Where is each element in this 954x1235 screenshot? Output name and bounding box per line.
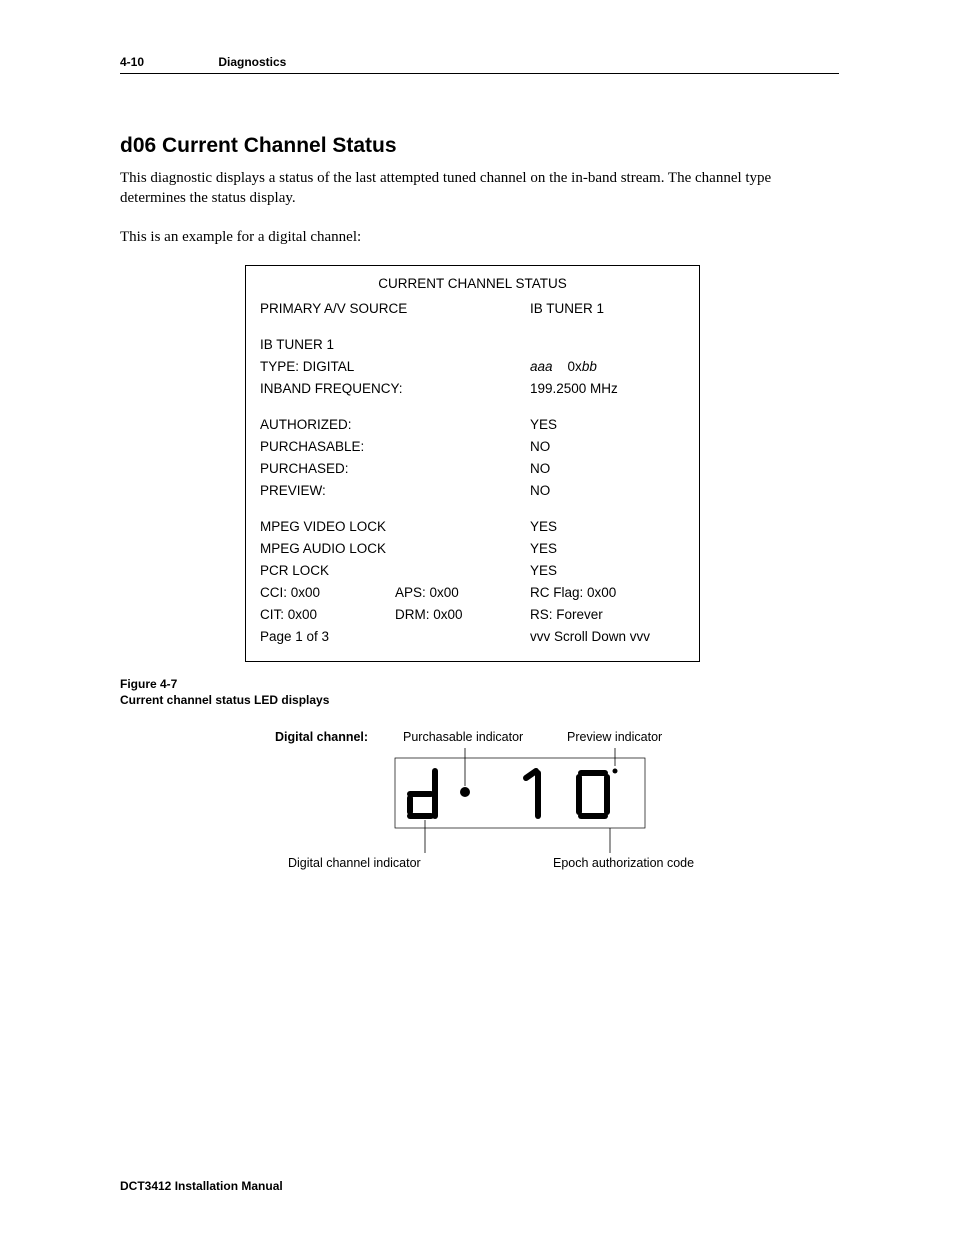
led-epoch-label: Epoch authorization code [553,856,694,870]
figure-caption: Figure 4-7 Current channel status LED di… [120,676,839,708]
preview-label: PREVIEW: [260,483,530,498]
intro-paragraph-2: This is an example for a digital channel… [120,227,839,247]
purchased-value: NO [530,461,685,476]
freq-label: INBAND FREQUENCY: [260,381,530,396]
preview-value: NO [530,483,685,498]
status-title: CURRENT CHANNEL STATUS [260,276,685,291]
drm-field: DRM: 0x00 [395,607,530,622]
led-dc-indicator-label: Digital channel indicator [288,856,421,870]
authorized-value: YES [530,417,685,432]
led-diagram: Digital channel: Purchasable indicator P… [275,730,815,880]
section-title: d06 Current Channel Status [120,134,839,158]
status-box: CURRENT CHANNEL STATUS PRIMARY A/V SOURC… [245,265,700,662]
led-display-icon [385,748,675,858]
figure-number: Figure 4-7 [120,676,839,692]
purchased-label: PURCHASED: [260,461,530,476]
purchasable-label: PURCHASABLE: [260,439,530,454]
page-indicator: Page 1 of 3 [260,629,530,644]
authorized-label: AUTHORIZED: [260,417,530,432]
footer-manual-title: DCT3412 Installation Manual [120,1179,283,1193]
cit-field: CIT: 0x00 [260,607,395,622]
mpeg-audio-lock-label: MPEG AUDIO LOCK [260,541,530,556]
section-name: Diagnostics [218,55,286,69]
type-label: TYPE: DIGITAL [260,359,530,374]
purchasable-value: NO [530,439,685,454]
figure-title: Current channel status LED displays [120,692,839,708]
freq-value: 199.2500 MHz [530,381,685,396]
page-number: 4-10 [120,55,215,69]
scroll-indicator: vvv Scroll Down vvv [530,629,685,644]
mpeg-audio-lock-value: YES [530,541,685,556]
tuner-label: IB TUNER 1 [260,337,530,352]
rs-field: RS: Forever [530,607,685,622]
aps-field: APS: 0x00 [395,585,530,600]
led-preview-label: Preview indicator [567,730,662,744]
primary-source-label: PRIMARY A/V SOURCE [260,301,530,316]
cci-field: CCI: 0x00 [260,585,395,600]
rcflag-field: RC Flag: 0x00 [530,585,685,600]
pcr-lock-label: PCR LOCK [260,563,530,578]
intro-paragraph-1: This diagnostic displays a status of the… [120,168,839,209]
mpeg-video-lock-value: YES [530,519,685,534]
primary-source-value: IB TUNER 1 [530,301,685,316]
led-digital-label: Digital channel: [275,730,368,744]
type-value: aaa 0xbb [530,359,685,374]
led-purchasable-label: Purchasable indicator [403,730,523,744]
mpeg-video-lock-label: MPEG VIDEO LOCK [260,519,530,534]
page-header: 4-10 Diagnostics [120,55,839,74]
pcr-lock-value: YES [530,563,685,578]
